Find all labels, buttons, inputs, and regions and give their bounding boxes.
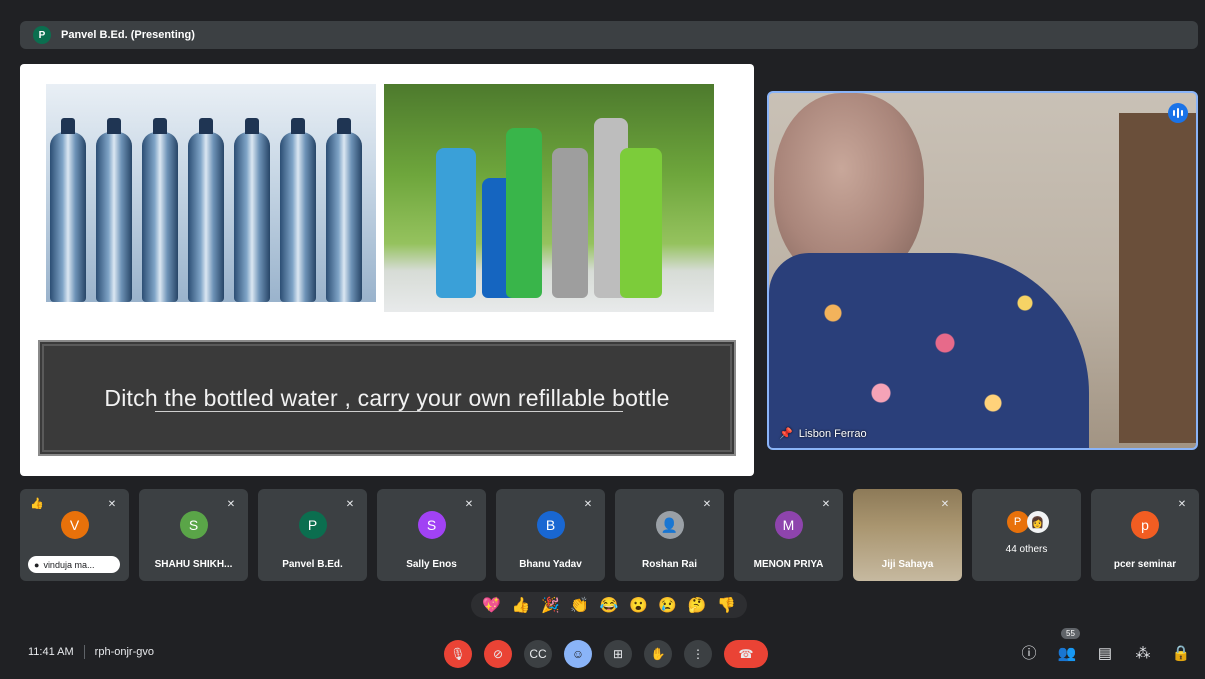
participant-name-chip: ● vinduja ma... [28, 556, 120, 573]
side-panel-controls: ⓘ 55 👥 ▤ ⁂ 🔒 [1019, 627, 1191, 663]
camera-off-icon[interactable]: ⊘ [484, 640, 512, 668]
mic-off-icon: ✕ [702, 498, 712, 510]
call-controls: 🎙 ⊘ CC ☺ ⊞ ✋ ⋮ ☎ [444, 640, 768, 668]
mic-off-icon: ✕ [226, 498, 236, 510]
clap-reaction-icon[interactable]: 👏 [570, 596, 589, 614]
divider [83, 645, 85, 659]
active-speaker-tile[interactable]: 📌 Lisbon Ferrao [767, 91, 1198, 450]
pin-icon[interactable]: 📌 [779, 427, 793, 440]
mic-off-icon: ✕ [583, 498, 593, 510]
avatar-photo: 👤 [655, 511, 684, 539]
slide-caption: Ditch the bottled water , carry your own… [104, 384, 670, 411]
participant-name: Jiji Sahaya [881, 559, 934, 570]
mic-off-icon: ✕ [821, 498, 831, 510]
plastic-bottles-image [46, 84, 376, 302]
reusable-bottles-image [384, 84, 714, 312]
more-icon[interactable]: ⋮ [684, 640, 712, 668]
thumbs-up-reaction-icon[interactable]: 👍 [512, 596, 531, 614]
avatar: V [60, 511, 89, 539]
participant-name: pcer seminar [1113, 559, 1177, 570]
background-door [1119, 113, 1196, 443]
participant-name: Panvel B.Ed. [282, 559, 343, 570]
participant-tile[interactable]: ✕ S Sally Enos [377, 489, 486, 581]
slide-caption-box: Ditch the bottled water , carry your own… [38, 340, 736, 456]
avatar: S [179, 511, 208, 539]
mic-off-icon: ✕ [464, 498, 474, 510]
participant-tile[interactable]: ✕ 👤 Roshan Rai [615, 489, 724, 581]
shared-slide: Ditch the bottled water , carry your own… [20, 64, 754, 476]
speaker-name-label: 📌 Lisbon Ferrao [779, 427, 867, 441]
host-controls-icon[interactable]: 🔒 [1171, 644, 1191, 662]
caption-underline [155, 411, 623, 412]
mic-off-icon: ✕ [940, 498, 950, 510]
chat-icon[interactable]: ▤ [1095, 644, 1115, 662]
activities-icon[interactable]: ⁂ [1133, 644, 1153, 662]
avatar: P [1006, 511, 1029, 533]
thinking-reaction-icon[interactable]: 🤔 [688, 596, 707, 614]
participant-name: Sally Enos [406, 559, 457, 570]
participant-name: vinduja ma... [43, 559, 95, 570]
avatar: p [1131, 511, 1159, 539]
avatar: P [298, 511, 327, 539]
participant-name: Roshan Rai [641, 559, 697, 570]
participant-tile[interactable]: ✕ p pcer seminar [1091, 489, 1199, 581]
participant-tile[interactable]: ✕ S SHAHU SHIKH... [139, 489, 248, 581]
presenter-bar: P Panvel B.Ed. (Presenting) [20, 21, 1198, 49]
participant-tile[interactable]: ✕ B Bhanu Yadav [496, 489, 605, 581]
others-tile[interactable]: P 👩 44 others [972, 489, 1081, 581]
thumbs-down-reaction-icon[interactable]: 👎 [717, 596, 736, 614]
thumbs-up-reaction-icon: 👍 [30, 498, 44, 510]
avatar: M [774, 511, 803, 539]
meeting-code: rph-onjr-gvo [94, 646, 154, 658]
avatar: B [536, 511, 565, 539]
participant-name: MENON PRIYA [753, 559, 824, 570]
heart-reaction-icon[interactable]: 💖 [482, 596, 501, 614]
emoji-icon[interactable]: ☺ [564, 640, 592, 668]
info-icon[interactable]: ⓘ [1019, 642, 1039, 663]
avatar: S [417, 511, 446, 539]
mic-off-icon[interactable]: 🎙 [444, 640, 472, 668]
meeting-info: 11:41 AM rph-onjr-gvo [28, 645, 154, 659]
mic-off-icon: ✕ [107, 498, 117, 510]
sad-reaction-icon[interactable]: 😢 [658, 596, 677, 614]
hand-icon: ● [34, 559, 40, 570]
avatar-photo: 👩 [1026, 511, 1049, 533]
participant-tile[interactable]: 👍 ✕ V ● vinduja ma... [20, 489, 129, 581]
participant-tile[interactable]: ✕ M MENON PRIYA [734, 489, 843, 581]
mic-off-icon: ✕ [345, 498, 355, 510]
speaker-shirt [769, 253, 1089, 448]
reaction-bar: 💖 👍 🎉 👏 😂 😮 😢 🤔 👎 [471, 592, 747, 618]
participant-tile[interactable]: ✕ P Panvel B.Ed. [258, 489, 367, 581]
laugh-reaction-icon[interactable]: 😂 [600, 596, 619, 614]
participant-name: Bhanu Yadav [519, 559, 582, 570]
captions-icon[interactable]: CC [524, 640, 552, 668]
audio-indicator-icon [1168, 103, 1188, 123]
raise-hand-icon[interactable]: ✋ [644, 640, 672, 668]
participant-video-tile[interactable]: ✕ Jiji Sahaya [853, 489, 962, 581]
present-icon[interactable]: ⊞ [604, 640, 632, 668]
participant-name: SHAHU SHIKH... [154, 559, 233, 570]
people-icon[interactable]: 55 👥 [1057, 627, 1080, 662]
meeting-time: 11:41 AM [28, 646, 74, 658]
speaker-name: Lisbon Ferrao [798, 427, 867, 440]
mic-off-icon: ✕ [1177, 498, 1187, 510]
surprised-reaction-icon[interactable]: 😮 [629, 596, 648, 614]
presenter-title: Panvel B.Ed. (Presenting) [61, 29, 195, 41]
party-reaction-icon[interactable]: 🎉 [541, 596, 560, 614]
people-count-badge: 55 [1061, 627, 1080, 639]
presenter-avatar: P [33, 26, 51, 44]
end-call-icon[interactable]: ☎ [724, 640, 768, 668]
others-count: 44 others [1005, 544, 1048, 555]
